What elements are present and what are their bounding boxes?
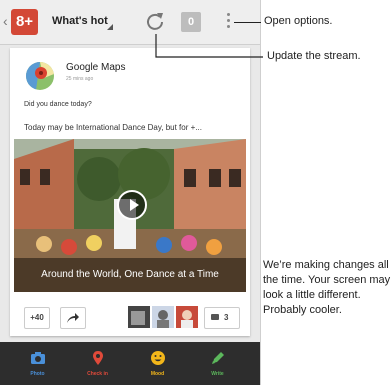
post-timestamp: 25 mins ago	[66, 76, 94, 82]
photo-label: Photo	[30, 371, 45, 377]
sharer-avatar-2[interactable]	[152, 306, 174, 328]
plus-one-button[interactable]: +40	[24, 307, 50, 329]
post-text: Did you dance today?	[24, 101, 92, 108]
stream-dropdown-caret-icon[interactable]	[107, 24, 113, 30]
mood-label: Mood	[150, 371, 165, 377]
comment-button[interactable]: 3	[204, 307, 240, 329]
open-options-callout: Open options.	[264, 15, 333, 27]
check-in-label: Check in	[87, 371, 108, 377]
write-action-button[interactable]: Write	[185, 342, 250, 385]
bottom-action-bar: Photo Check in Mood Write	[0, 342, 260, 385]
stream-selector-label[interactable]: What's hot	[52, 15, 108, 27]
post-link-headline[interactable]: Today may be International Dance Day, bu…	[24, 123, 246, 132]
location-pin-icon	[93, 351, 103, 365]
refresh-icon[interactable]	[143, 9, 167, 33]
smiley-icon	[151, 351, 165, 365]
mood-action-button[interactable]: Mood	[125, 342, 190, 385]
google-plus-logo[interactable]: 8+	[11, 9, 38, 35]
sharer-avatar-3[interactable]	[176, 306, 198, 328]
author-avatar[interactable]	[26, 62, 54, 90]
share-button[interactable]	[60, 307, 86, 329]
play-icon[interactable]	[117, 190, 147, 220]
sharer-avatar-1[interactable]	[128, 306, 150, 328]
post-video[interactable]: Around the World, One Dance at a Time	[14, 139, 246, 292]
pencil-icon	[212, 352, 224, 364]
open-options-callout-line	[234, 22, 261, 23]
comment-icon	[211, 314, 219, 320]
screen-difference-note: We’re making changes all the time. Your …	[263, 259, 391, 316]
post-card: Google Maps 25 mins ago Did you dance to…	[10, 48, 250, 336]
update-stream-callout: Update the stream.	[267, 50, 361, 62]
check-in-action-button[interactable]: Check in	[65, 342, 130, 385]
back-chevron-icon[interactable]: ‹	[3, 13, 8, 29]
comment-count: 3	[224, 313, 229, 322]
write-label: Write	[211, 371, 224, 377]
update-stream-callout-line	[155, 34, 263, 58]
video-title: Around the World, One Dance at a Time	[14, 258, 246, 292]
google-maps-logo-icon	[26, 62, 54, 90]
overflow-menu-icon[interactable]	[224, 12, 232, 32]
share-arrow-icon	[67, 313, 79, 323]
post-author-name[interactable]: Google Maps	[66, 62, 125, 73]
photo-action-button[interactable]: Photo	[5, 342, 70, 385]
notification-count-badge[interactable]: 0	[181, 12, 201, 32]
camera-icon	[31, 352, 45, 364]
